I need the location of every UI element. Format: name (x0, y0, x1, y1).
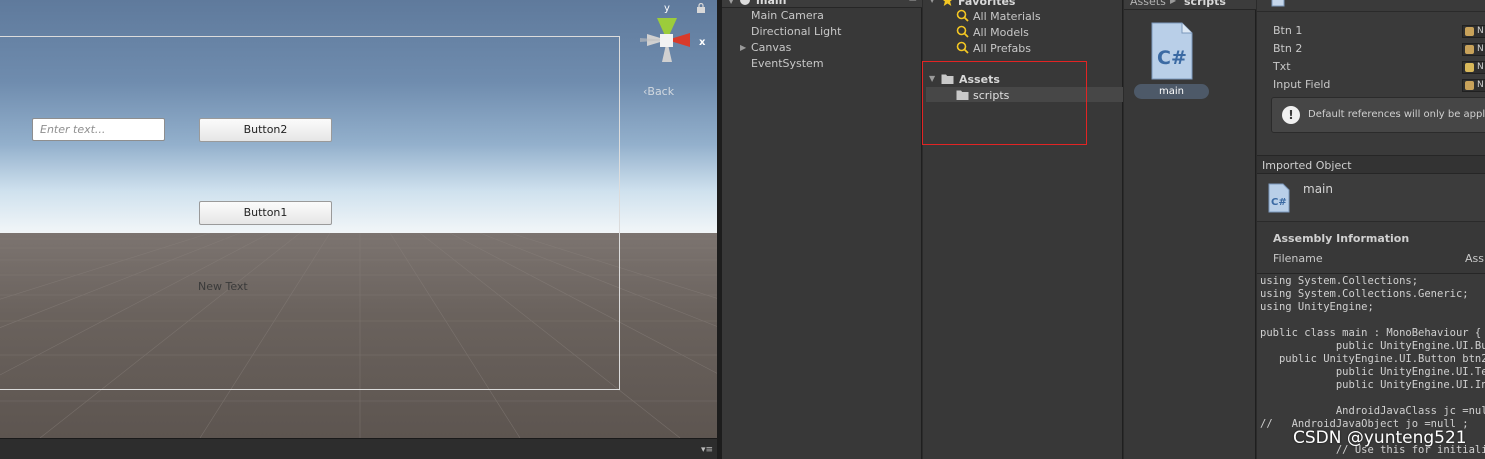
input-placeholder: Enter text... (40, 123, 106, 136)
hierarchy-item-directional-light[interactable]: Directional Light (751, 25, 841, 38)
help-message: Default references will only be applie (1308, 109, 1485, 120)
field-label-btn2: Btn 2 (1273, 42, 1303, 55)
hierarchy-item-main-camera[interactable]: Main Camera (751, 9, 824, 22)
field-value-text: N (1477, 62, 1484, 72)
unity-scene-icon (740, 0, 750, 5)
search-icon (956, 41, 969, 54)
imported-object-name: main (1303, 182, 1333, 196)
assembly-information-section: Assembly Information Filename Ass (1257, 222, 1485, 274)
field-value-btn2[interactable]: N (1462, 43, 1485, 56)
collapse-arrow-icon[interactable]: ▼ (728, 0, 734, 5)
field-value-text: N (1477, 80, 1484, 90)
imported-object-header: Imported Object (1257, 155, 1485, 174)
scene-menu-icon[interactable]: ▾≡ (701, 445, 713, 455)
favorite-all-prefabs[interactable]: All Prefabs (973, 42, 1031, 55)
imported-object-row: C# main (1257, 174, 1485, 222)
annotation-highlight-box (922, 61, 1087, 145)
code-line: using System.Collections.Generic; (1260, 288, 1469, 300)
help-box: ! Default references will only be applie (1271, 97, 1485, 133)
asset-file-label[interactable]: main (1134, 84, 1209, 99)
assembly-info-title: Assembly Information (1273, 232, 1410, 245)
scene-button-2[interactable]: Button2 (199, 118, 332, 142)
scene-bottom-bar: ▾≡ (0, 438, 717, 459)
breadcrumb: Assets ▶ scripts (1124, 0, 1256, 10)
field-value-text: N (1477, 44, 1484, 54)
code-line: public class main : MonoBehaviour { (1260, 327, 1482, 339)
object-field-icon (1465, 63, 1474, 72)
field-label-input-field: Input Field (1273, 78, 1331, 91)
expand-arrow-icon[interactable]: ▶ (740, 43, 746, 52)
hierarchy-menu-icon[interactable]: ═ (909, 0, 916, 6)
code-line: using UnityEngine; (1260, 301, 1374, 313)
field-value-btn1[interactable]: N (1462, 25, 1485, 38)
hierarchy-scene-name: main (756, 0, 787, 7)
favorite-all-materials[interactable]: All Materials (973, 10, 1041, 23)
filename-value: Ass (1465, 252, 1484, 265)
csdn-watermark: CSDN @yunteng521 (1293, 428, 1467, 448)
field-label-btn1: Btn 1 (1273, 24, 1303, 37)
favorites-label[interactable]: Favorites (958, 0, 1015, 8)
scene-text-label: New Text (198, 280, 248, 293)
script-component-icon (1271, 0, 1285, 7)
filename-label: Filename (1273, 252, 1323, 265)
object-field-icon (1465, 45, 1474, 54)
inspector-panel: Btn 1 N Btn 2 N Txt N Input Field N ! De… (1257, 0, 1485, 459)
project-asset-grid: Assets ▶ scripts C# main (1124, 0, 1256, 459)
code-line: AndroidJavaClass jc =null; (1260, 405, 1485, 417)
code-line: public UnityEngine.UI.Text (1260, 366, 1485, 378)
favorites-collapse-icon[interactable]: ▼ (929, 0, 935, 4)
csharp-icon-text: C# (1157, 47, 1187, 69)
breadcrumb-separator-icon: ▶ (1170, 0, 1177, 5)
star-icon (943, 0, 952, 6)
field-value-text: N (1477, 26, 1484, 36)
object-field-icon (1465, 27, 1474, 36)
scene-input-field[interactable]: Enter text... (32, 118, 165, 141)
code-line: public UnityEngine.UI.Button btn2; (1260, 353, 1485, 365)
object-field-icon (1465, 81, 1474, 90)
hierarchy-item-canvas[interactable]: Canvas (751, 41, 791, 54)
scene-button-1[interactable]: Button1 (199, 201, 332, 225)
info-icon: ! (1282, 106, 1300, 124)
field-value-input-field[interactable]: N (1462, 79, 1485, 92)
search-icon (956, 9, 969, 22)
imported-object-title: Imported Object (1262, 159, 1352, 172)
favorite-all-models[interactable]: All Models (973, 26, 1029, 39)
scene-view[interactable]: Enter text... Button2 Button1 New Text y… (0, 0, 717, 459)
code-line: using System.Collections; (1260, 275, 1419, 287)
field-value-txt[interactable]: N (1462, 61, 1485, 74)
lock-icon[interactable] (696, 3, 706, 13)
gizmo-center-cube[interactable] (660, 34, 673, 47)
breadcrumb-assets[interactable]: Assets (1130, 0, 1166, 8)
csharp-icon-text: C# (1271, 197, 1287, 208)
field-label-txt: Txt (1273, 60, 1291, 73)
code-line: public UnityEngine.UI.Button (1335, 340, 1485, 352)
hierarchy-scene-header[interactable]: ▼ main ═ (722, 0, 922, 8)
hierarchy-panel: ▼ main ═ Main Camera Directional Light ▶… (722, 0, 922, 459)
gizmo-x-label: x (699, 37, 706, 48)
breadcrumb-scripts[interactable]: scripts (1184, 0, 1226, 8)
search-icon (956, 25, 969, 38)
hierarchy-item-eventsystem[interactable]: EventSystem (751, 57, 824, 70)
gizmo-y-label: y (664, 3, 670, 14)
csharp-script-icon[interactable]: C# (1151, 22, 1193, 80)
csharp-script-icon: C# (1268, 183, 1290, 213)
code-line: public UnityEngine.UI.InputF (1335, 379, 1485, 391)
gizmo-back-label[interactable]: ‹Back (643, 85, 674, 98)
